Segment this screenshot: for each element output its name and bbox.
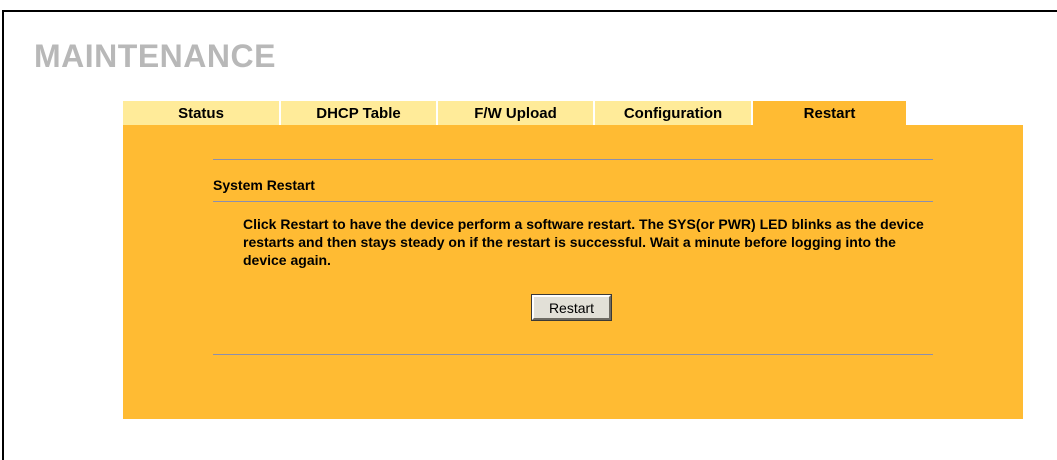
tab-fw-upload[interactable]: F/W Upload [438, 101, 595, 125]
restart-button[interactable]: Restart [531, 294, 612, 321]
tab-dhcp-table[interactable]: DHCP Table [281, 101, 438, 125]
page-title: MAINTENANCE [34, 38, 276, 74]
tab-restart[interactable]: Restart [753, 101, 906, 125]
restart-description: Click Restart to have the device perform… [243, 216, 924, 268]
divider-section [213, 201, 933, 202]
divider-bottom [213, 354, 933, 355]
tab-status[interactable]: Status [123, 101, 281, 125]
section-title: System Restart [213, 177, 315, 193]
restart-panel [123, 125, 1023, 419]
divider-top [213, 159, 933, 160]
tab-configuration[interactable]: Configuration [595, 101, 753, 125]
tab-bar: Status DHCP Table F/W Upload Configurati… [123, 101, 906, 125]
